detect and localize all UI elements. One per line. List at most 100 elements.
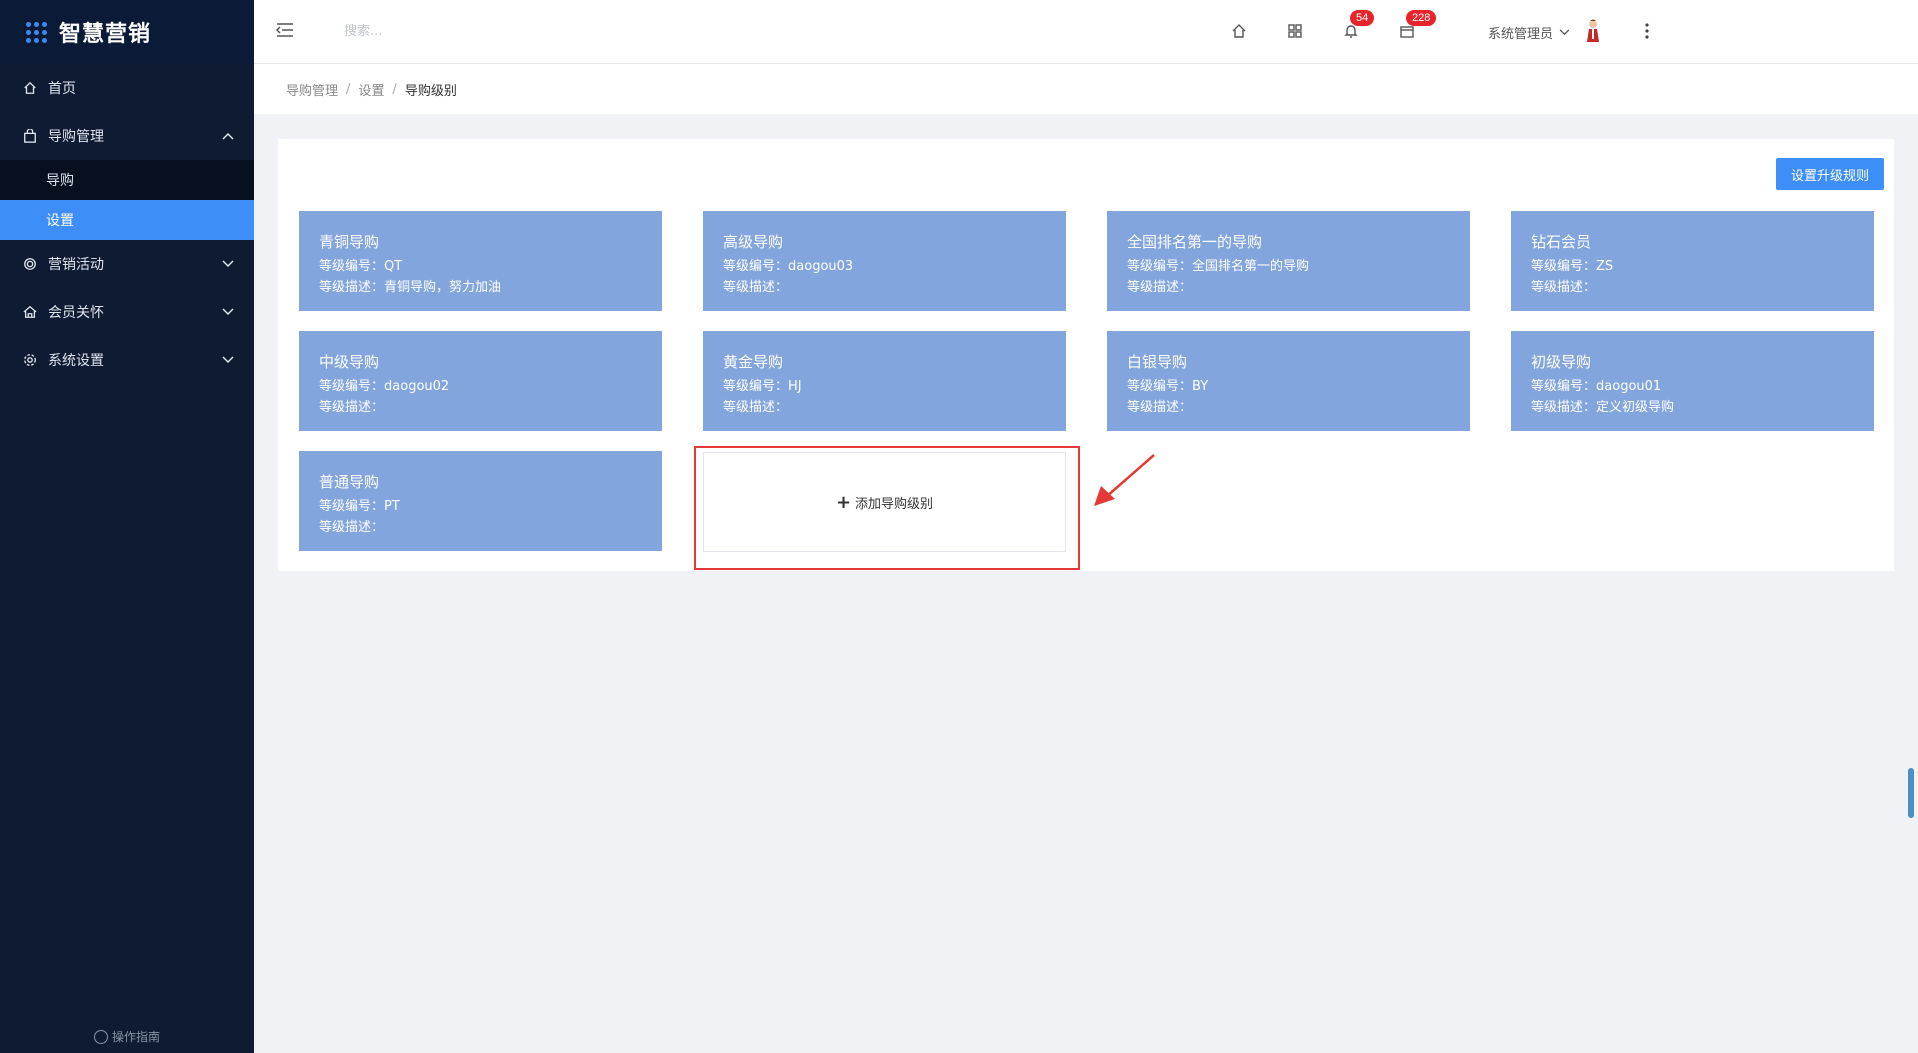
level-desc-label: 等级描述： [319,280,385,295]
level-code-label: 等级编号： [319,499,385,514]
level-code-label: 等级编号： [1531,259,1597,274]
level-card[interactable]: 初级导购 等级编号：daogou01 等级描述：定义初级导购 [1511,331,1874,431]
level-desc-line: 等级描述：定义初级导购 [1531,397,1854,418]
level-code-line: 等级编号：全国排名第一的导购 [1127,256,1450,277]
sidebar: 智慧营销 首页 导购管理 导购 设置 营销活动 会员关怀 系统设置 操作指南 [0,0,254,1053]
app-logo[interactable]: 智慧营销 [0,0,254,64]
level-card[interactable]: 青铜导购 等级编号：QT 等级描述：青铜导购，努力加油 [299,211,662,311]
sidebar-item-label: 会员关怀 [48,305,104,321]
sidebar-menu: 首页 导购管理 导购 设置 营销活动 会员关怀 系统设置 [0,64,254,384]
level-code: PT [384,499,400,514]
operation-guide-label: 操作指南 [111,1030,160,1044]
sidebar-item-label: 导购管理 [48,129,104,145]
sidebar-subitem-settings[interactable]: 设置 [0,200,254,240]
level-name: 普通导购 [319,473,380,491]
sidebar-item-member-care[interactable]: 会员关怀 [0,288,254,336]
breadcrumb: 导购管理 / 设置 / 导购级别 [254,64,1918,114]
sidebar-item-label: 设置 [46,213,74,229]
house-icon [22,304,38,320]
set-upgrade-rules-button[interactable]: 设置升级规则 [1775,158,1884,190]
level-name: 白银导购 [1127,353,1188,371]
level-desc: 定义初级导购 [1596,400,1675,415]
bell-icon[interactable]: 54 [1340,10,1375,42]
level-name: 初级导购 [1531,353,1592,371]
level-code: BY [1192,379,1209,394]
level-desc-label: 等级描述： [1531,400,1597,415]
sidebar-item-label: 首页 [48,81,76,97]
level-desc-line: 等级描述：青铜导购，努力加油 [319,277,642,298]
level-code-line: 等级编号：QT [319,256,642,277]
top-header [254,0,1918,64]
notification-badge: 54 [1350,10,1375,26]
level-desc-line: 等级描述： [723,397,1046,418]
level-desc-label: 等级描述： [723,280,789,295]
level-panel: 设置升级规则 青铜导购 等级编号：QT 等级描述：青铜导购，努力加油 高级导购 … [278,139,1894,571]
target-icon [22,256,38,272]
level-desc-line: 等级描述： [319,517,642,538]
level-card[interactable]: 全国排名第一的导购 等级编号：全国排名第一的导购 等级描述： [1107,211,1470,311]
level-code-line: 等级编号：HJ [723,376,1046,397]
level-code-label: 等级编号： [319,259,385,274]
message-icon[interactable]: 228 [1396,10,1437,42]
avatar[interactable] [1585,18,1601,48]
level-desc-line: 等级描述： [1531,277,1854,298]
apps-icon[interactable] [1284,20,1306,42]
user-menu[interactable]: 系统管理员 [1488,20,1570,44]
annotation-arrow-icon [1094,454,1155,506]
level-code-label: 等级编号： [1531,379,1597,394]
level-code-label: 等级编号： [723,259,789,274]
level-desc-line: 等级描述： [319,397,642,418]
level-code-line: 等级编号：PT [319,496,642,517]
home-shortcut-icon[interactable] [1228,20,1250,42]
level-code-label: 等级编号： [319,379,385,394]
sidebar-item-guide-management[interactable]: 导购管理 [0,112,254,160]
level-code-line: 等级编号：BY [1127,376,1450,397]
sidebar-subitem-guides[interactable]: 导购 [0,160,254,200]
sidebar-item-marketing[interactable]: 营销活动 [0,240,254,288]
sidebar-item-label: 系统设置 [48,353,104,369]
sidebar-item-home[interactable]: 首页 [0,64,254,112]
breadcrumb-item[interactable]: 设置 [358,80,384,99]
level-desc-label: 等级描述： [319,520,385,535]
breadcrumb-current: 导购级别 [404,83,457,99]
level-card[interactable]: 钻石会员 等级编号：ZS 等级描述： [1511,211,1874,311]
level-code-line: 等级编号：daogou03 [723,256,1046,277]
level-card[interactable]: 高级导购 等级编号：daogou03 等级描述： [703,211,1066,311]
level-card[interactable]: 白银导购 等级编号：BY 等级描述： [1107,331,1470,431]
sidebar-item-system-settings[interactable]: 系统设置 [0,336,254,384]
user-name: 系统管理员 [1488,26,1554,42]
operation-guide-link[interactable]: 操作指南 [0,1028,254,1045]
level-name: 中级导购 [319,353,380,371]
level-code: daogou03 [788,259,854,274]
home-icon [22,80,38,96]
level-code: HJ [788,379,802,394]
annotation-highlight-box [694,446,1080,570]
level-code-line: 等级编号：daogou01 [1531,376,1854,397]
level-name: 钻石会员 [1531,233,1592,251]
level-name: 青铜导购 [319,233,380,251]
level-card[interactable]: 普通导购 等级编号：PT 等级描述： [299,451,662,551]
apps-grid-icon [26,21,47,43]
sidebar-item-label: 导购 [46,173,74,189]
more-vertical-icon[interactable] [1636,20,1658,42]
level-desc-label: 等级描述： [1531,280,1597,295]
menu-collapse-icon[interactable] [275,22,298,41]
level-code: ZS [1596,259,1614,274]
level-card[interactable]: 黄金导购 等级编号：HJ 等级描述： [703,331,1066,431]
breadcrumb-separator: / [346,81,351,97]
level-desc-label: 等级描述： [1127,280,1193,295]
level-code: daogou01 [1596,379,1662,394]
level-desc-label: 等级描述： [723,400,789,415]
level-code-label: 等级编号： [1127,379,1193,394]
chevron-down-icon [222,256,234,272]
level-desc-line: 等级描述： [1127,397,1450,418]
level-code-label: 等级编号： [1127,259,1193,274]
gear-icon [22,352,38,368]
scrollbar-thumb[interactable] [1908,768,1914,818]
search-input[interactable] [344,24,644,39]
level-card[interactable]: 中级导购 等级编号：daogou02 等级描述： [299,331,662,431]
breadcrumb-item[interactable]: 导购管理 [286,80,338,99]
submenu-guide-management: 导购 设置 [0,160,254,240]
level-code: daogou02 [384,379,450,394]
guide-icon [93,1029,108,1044]
